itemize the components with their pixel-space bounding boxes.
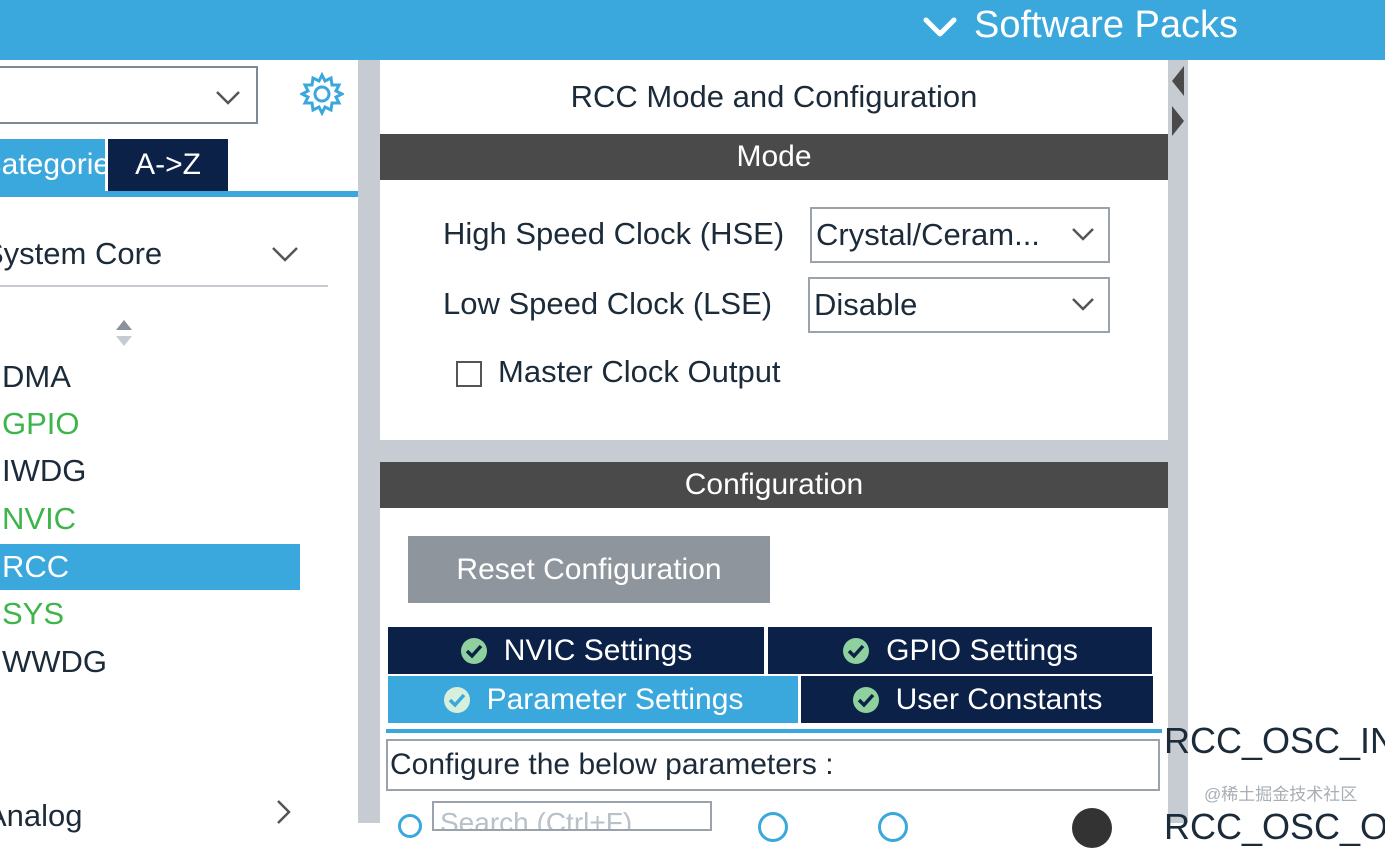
pin-label-osc-out: RCC_OSC_OUT [1164, 806, 1385, 848]
gear-icon[interactable] [300, 72, 344, 116]
search-select[interactable] [0, 66, 258, 124]
reset-configuration-button[interactable]: Reset Configuration [408, 536, 770, 603]
system-core-label: System Core [0, 236, 163, 271]
category-item-nvic[interactable]: NVIC [0, 497, 300, 541]
chevron-down-icon[interactable] [920, 10, 960, 46]
check-circle-icon [843, 637, 870, 664]
chevron-down-icon [216, 91, 240, 105]
expand-icon[interactable] [758, 812, 788, 842]
tab-gpio-settings[interactable]: GPIO Settings [768, 627, 1152, 674]
analog-label: Analog [0, 798, 83, 833]
hse-label: High Speed Clock (HSE) [443, 216, 785, 251]
master-clock-output-checkbox[interactable] [456, 361, 482, 387]
tab-underline [386, 729, 1162, 733]
info-icon[interactable] [1072, 808, 1112, 848]
tab-categories[interactable]: Categories [0, 139, 105, 191]
collapse-icon[interactable] [878, 812, 908, 842]
hse-select-value: Crystal/Ceram... [816, 217, 1040, 252]
lse-select[interactable]: Disable [808, 277, 1110, 333]
check-circle-icon [852, 686, 879, 713]
category-item-sys[interactable]: SYS [0, 592, 300, 636]
divider [0, 285, 328, 287]
category-item-rcc[interactable]: RCC [0, 544, 300, 590]
panel-gap [358, 60, 380, 823]
tab-a-z[interactable]: A->Z [108, 139, 228, 191]
chevron-down-icon[interactable] [270, 240, 300, 266]
chevron-down-icon [1072, 228, 1094, 241]
watermark: @稀土掘金技术社区 [1204, 785, 1358, 804]
category-item-gpio[interactable]: GPIO [0, 402, 300, 446]
configuration-section-header: Configuration [380, 462, 1168, 508]
sort-icon[interactable] [113, 318, 135, 348]
chevron-right-icon[interactable] [272, 798, 294, 826]
category-item-iwdg[interactable]: IWDG [0, 449, 300, 493]
tab-nvic-settings[interactable]: NVIC Settings [388, 627, 764, 674]
tab-underline [0, 191, 358, 197]
tab-parameter-settings[interactable]: Parameter Settings [388, 676, 798, 723]
check-circle-icon [460, 637, 487, 664]
category-item-dma[interactable]: DMA [0, 355, 300, 399]
page-title: RCC Mode and Configuration [380, 62, 1168, 132]
collapse-toggle-icon[interactable] [1168, 64, 1188, 140]
category-item-wwdg[interactable]: WWDG [0, 640, 300, 684]
parameter-search-input[interactable]: Search (Ctrl+F) [432, 801, 712, 831]
parameter-prompt: Configure the below parameters : [386, 739, 1160, 791]
tab-gpio-settings-label: GPIO Settings [886, 634, 1078, 667]
pin-label-osc-in: RCC_OSC_IN [1164, 720, 1385, 762]
master-clock-output-label: Master Clock Output [498, 354, 781, 389]
pin-label-osc-out-text: RCC_OSC_OUT [1164, 806, 1385, 847]
chevron-down-icon [1072, 298, 1094, 311]
tab-user-constants[interactable]: User Constants [801, 676, 1153, 723]
pin-label-osc-in-text: RCC_OSC_IN [1164, 720, 1385, 761]
lse-select-value: Disable [814, 287, 918, 322]
tab-user-constants-label: User Constants [895, 683, 1103, 716]
system-core-group[interactable]: System Core [0, 236, 162, 272]
tab-categories-label: Categories [0, 148, 105, 181]
mode-section-header: Mode [380, 134, 1168, 180]
radio-icon[interactable] [398, 814, 422, 838]
tab-parameter-settings-label: Parameter Settings [486, 683, 744, 716]
software-packs-menu[interactable]: Software Packs [974, 2, 1238, 48]
lse-label: Low Speed Clock (LSE) [443, 286, 773, 321]
tab-nvic-settings-label: NVIC Settings [503, 634, 693, 667]
panel-gap [1168, 60, 1188, 823]
analog-group[interactable]: Analog [0, 798, 83, 834]
hse-select[interactable]: Crystal/Ceram... [810, 207, 1110, 263]
check-circle-icon [443, 686, 470, 713]
section-gap [380, 440, 1168, 462]
